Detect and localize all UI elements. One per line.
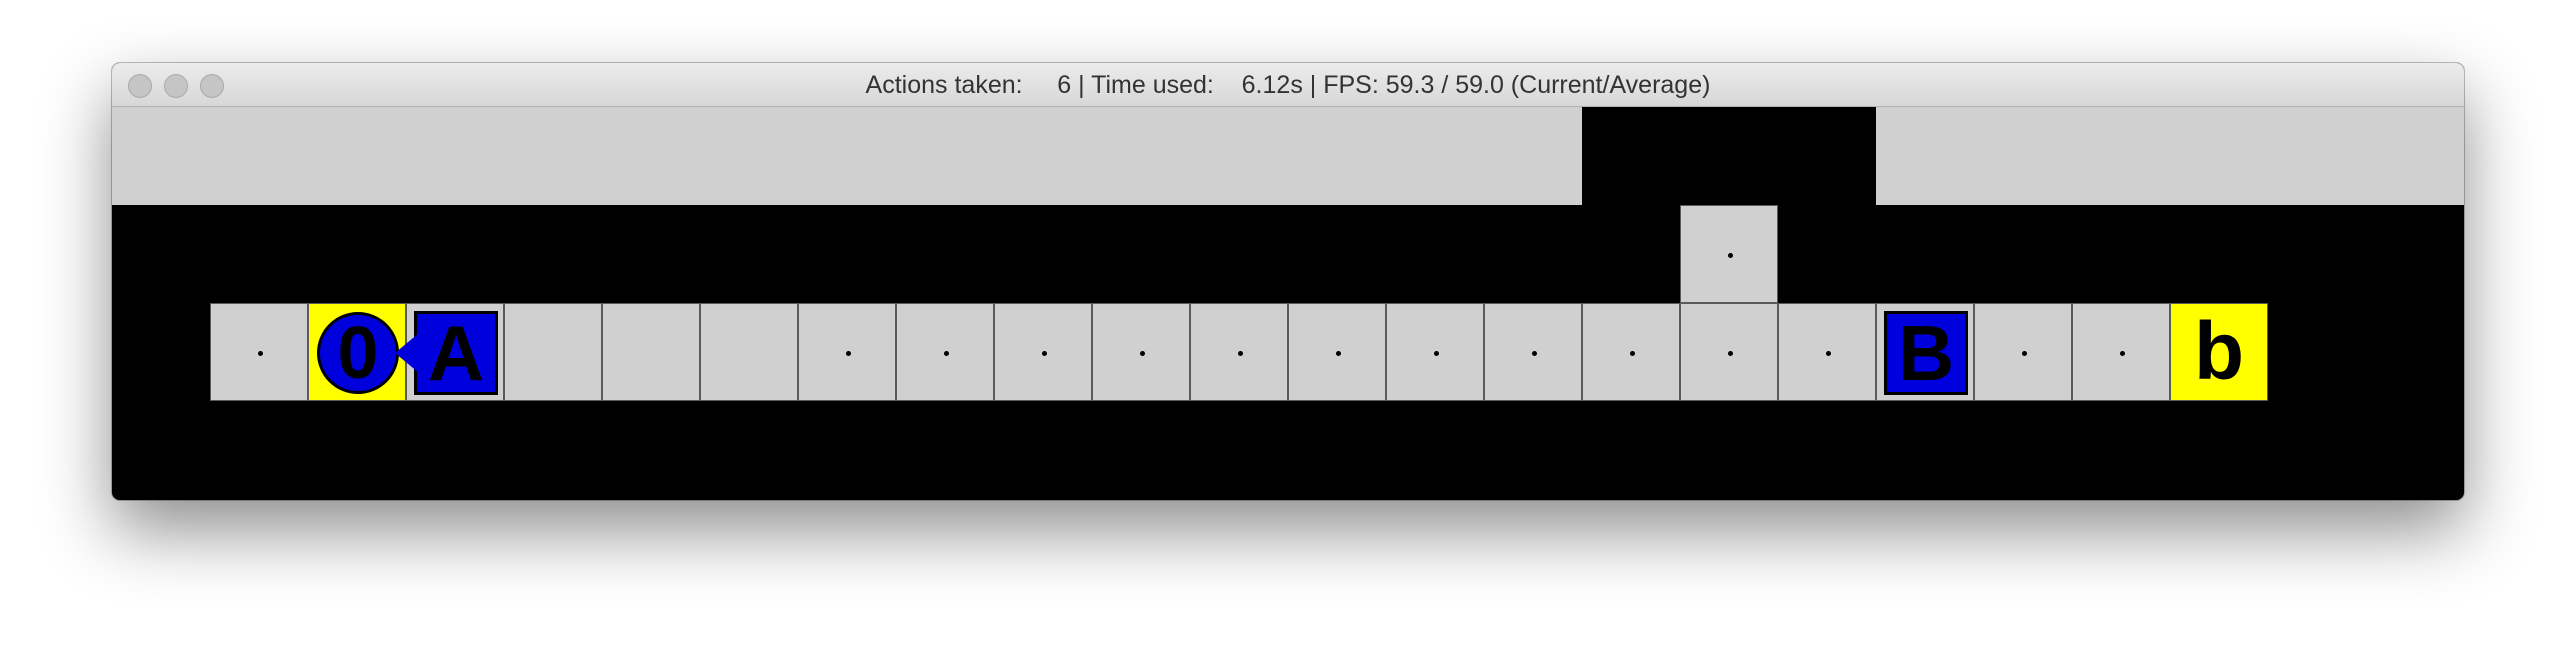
box-b-cell: B [1876, 303, 1974, 401]
dot-marker [1238, 351, 1243, 356]
dot-marker [2022, 351, 2027, 356]
floor-cell [1288, 303, 1386, 401]
agent-direction-arrow-icon [395, 328, 425, 378]
dot-marker [1434, 351, 1439, 356]
floor-cell [504, 303, 602, 401]
dot-marker [1728, 253, 1733, 258]
floor-cell [1484, 303, 1582, 401]
floor-cell [1778, 303, 1876, 401]
dot-marker [944, 351, 949, 356]
floor-cell [700, 303, 798, 401]
game-board: 0A Bb [112, 107, 2464, 500]
floor-cell [798, 303, 896, 401]
floor-cell [1092, 303, 1190, 401]
title-bar: Actions taken: 6 | Time used: 6.12s | FP… [112, 63, 2464, 107]
top-floor-strip-left [112, 107, 1582, 205]
floor-cell [1680, 303, 1778, 401]
dot-marker [1826, 351, 1831, 356]
dot-marker [1140, 351, 1145, 356]
dot-marker [258, 351, 263, 356]
box-a: A [414, 311, 498, 395]
floor-cell-upper [1680, 205, 1778, 303]
floor-cell [2072, 303, 2170, 401]
floor-cell [994, 303, 1092, 401]
dot-marker [2120, 351, 2125, 356]
floor-cell [602, 303, 700, 401]
game-window: Actions taken: 6 | Time used: 6.12s | FP… [112, 63, 2464, 500]
dot-marker [846, 351, 851, 356]
dot-marker [1630, 351, 1635, 356]
dot-marker [1042, 351, 1047, 356]
floor-cell [1582, 303, 1680, 401]
floor-cell [896, 303, 994, 401]
floor-cell [1974, 303, 2072, 401]
goal-letter: b [2193, 306, 2245, 397]
goal-cell-agent: 0 [308, 303, 425, 401]
dot-marker [1532, 351, 1537, 356]
window-title: Actions taken: 6 | Time used: 6.12s | FP… [865, 71, 1711, 99]
goal-cell-b: b [2170, 303, 2268, 401]
dot-marker [1336, 351, 1341, 356]
top-floor-strip-right [1876, 107, 2464, 205]
floor-cell [210, 303, 308, 401]
box-b: B [1884, 311, 1968, 395]
floor-cell [1386, 303, 1484, 401]
floor-cell [1190, 303, 1288, 401]
agent: 0 [317, 312, 399, 394]
dot-marker [1728, 351, 1733, 356]
